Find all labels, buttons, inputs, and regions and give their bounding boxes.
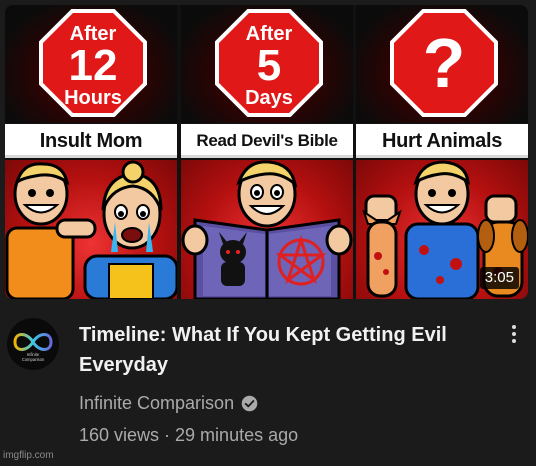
video-title[interactable]: Timeline: What If You Kept Getting Evil … <box>79 320 499 380</box>
devil-bible-illustration <box>181 160 353 299</box>
thumbnail-panel-3: ? Hurt Animals 3:05 <box>356 5 528 299</box>
duration-badge: 3:05 <box>479 267 519 289</box>
verified-check-icon <box>241 395 258 411</box>
channel-name[interactable]: Infinite Comparison <box>79 391 234 415</box>
channel-name-row: Infinite Comparison <box>79 391 258 415</box>
panel-header: After 5 Days <box>181 5 353 123</box>
panel-header: After 12 Hours <box>5 5 177 123</box>
panel-header: ? <box>356 5 528 123</box>
badge-unit: Hours <box>64 87 122 109</box>
panel-caption: Insult Mom <box>5 124 177 158</box>
panel-illustration <box>181 160 353 299</box>
watermark: imgflip.com <box>3 450 54 461</box>
stop-sign-badge: After 12 Hours <box>39 9 147 117</box>
insult-mom-illustration <box>5 160 177 299</box>
stop-sign-badge: ? <box>390 9 498 117</box>
more-options-button[interactable] <box>504 322 524 350</box>
thumbnail-panel-2: After 5 Days Read Devil's Bible <box>181 5 353 299</box>
video-thumbnail[interactable]: After 12 Hours Insult Mom After 5 Days R… <box>5 5 528 299</box>
channel-avatar[interactable]: Infinite Comparison <box>7 318 59 370</box>
video-stats: 160 views · 29 minutes ago <box>79 425 299 445</box>
video-card[interactable]: After 12 Hours Insult Mom After 5 Days R… <box>0 0 536 466</box>
thumbnail-panel-1: After 12 Hours Insult Mom <box>5 5 177 299</box>
badge-unit: Days <box>245 87 293 109</box>
badge-number: 12 <box>68 41 118 90</box>
panel-caption: Read Devil's Bible <box>181 124 353 158</box>
panel-illustration <box>5 160 177 299</box>
badge-number: 5 <box>256 41 282 90</box>
panel-caption: Hurt Animals <box>356 124 528 158</box>
question-mark-icon: ? <box>422 24 466 102</box>
avatar-text-line-2: Comparison <box>22 357 45 362</box>
stop-sign-badge: After 5 Days <box>215 9 323 117</box>
more-vert-icon <box>512 325 516 329</box>
infinity-logo-icon: Infinite Comparison <box>13 333 53 362</box>
